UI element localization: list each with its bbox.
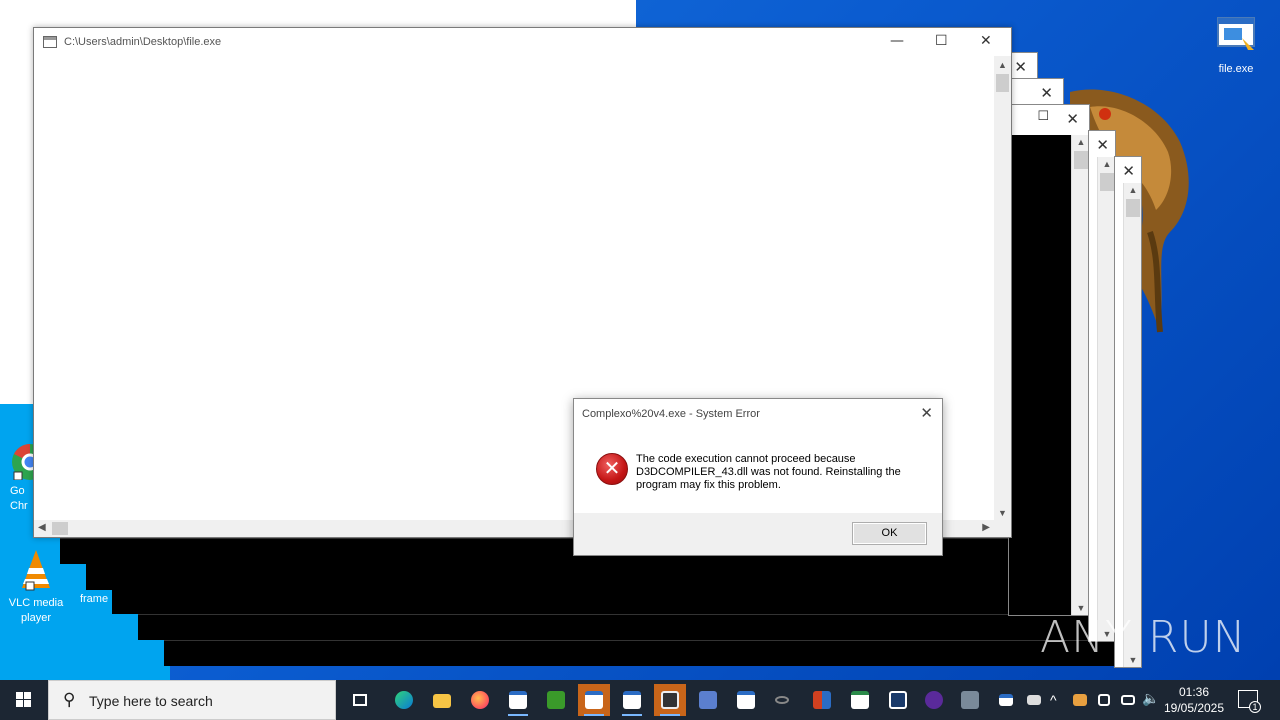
file-explorer-icon[interactable]	[426, 684, 458, 716]
network-tool-icon[interactable]	[692, 684, 724, 716]
search-placeholder: Type here to search	[89, 693, 213, 709]
system-error-dialog[interactable]: Complexo%20v4.exe - System Error ✕ ✕ The…	[573, 398, 943, 556]
taskbar-clock[interactable]: 01:36 19/05/2025	[1160, 684, 1228, 716]
desktop: file.exe Go Chr VLC media player frame ✕…	[0, 0, 1280, 680]
desktop-icon-label: frame	[79, 593, 109, 605]
scroll-down-icon[interactable]: ▼	[994, 508, 1011, 518]
close-icon[interactable]: ✕	[1096, 136, 1109, 154]
notification-center-icon[interactable]: 1	[1238, 690, 1261, 713]
desktop-icon-label: file.exe	[1218, 63, 1254, 75]
dialog-title: Complexo%20v4.exe - System Error	[582, 408, 760, 420]
app-window-icon[interactable]	[730, 684, 762, 716]
app-window-icon[interactable]	[502, 684, 534, 716]
app-window-icon[interactable]	[616, 684, 648, 716]
scroll-up-icon[interactable]: ▲	[994, 60, 1011, 70]
installer-app-icon[interactable]	[954, 684, 986, 716]
scroll-thumb[interactable]	[1126, 199, 1140, 217]
vertical-scrollbar[interactable]: ▲ ▼	[1123, 183, 1141, 667]
app-window-icon-active[interactable]	[578, 684, 610, 716]
clock-date: 19/05/2025	[1163, 701, 1225, 715]
vertical-scrollbar[interactable]: ▲ ▼	[1097, 157, 1115, 641]
vertical-scrollbar[interactable]: ▲ ▼	[1071, 135, 1089, 615]
background-window[interactable]: ✕ ▲ ▼	[1088, 130, 1116, 642]
bh-app-icon[interactable]	[540, 684, 572, 716]
search-icon: ⚲	[63, 690, 76, 710]
clock-time: 01:36	[1178, 685, 1210, 699]
scroll-left-icon[interactable]: ◀	[38, 522, 46, 533]
error-icon: ✕	[596, 453, 628, 485]
close-icon[interactable]: ✕	[1066, 110, 1079, 128]
desktop-icon-file-exe[interactable]: file.exe	[1200, 14, 1272, 77]
close-icon[interactable]: ✕	[980, 33, 992, 49]
scroll-right-icon[interactable]: ▶	[982, 522, 990, 533]
close-icon[interactable]: ✕	[1014, 58, 1027, 76]
scroll-thumb[interactable]	[1074, 151, 1088, 169]
notification-count-badge: 1	[1249, 701, 1261, 713]
windows-logo-icon	[16, 692, 23, 699]
main-window-titlebar[interactable]: C:\Users\admin\Desktop\file.exe — ☐ ✕	[34, 28, 1011, 56]
close-icon[interactable]: ✕	[1040, 84, 1053, 102]
scrollbar-corner	[994, 520, 1011, 537]
edge-browser-icon[interactable]	[388, 684, 420, 716]
background-window-body	[138, 614, 1100, 640]
ok-button[interactable]: OK	[852, 522, 927, 545]
close-icon[interactable]: ✕	[920, 404, 933, 422]
purple-app-icon[interactable]	[918, 684, 950, 716]
task-view-icon[interactable]	[344, 684, 376, 716]
window-title: C:\Users\admin\Desktop\file.exe	[64, 36, 222, 48]
firefox-icon[interactable]	[464, 684, 496, 716]
close-icon[interactable]: ✕	[1122, 162, 1135, 180]
error-message: The code execution cannot proceed becaus…	[636, 453, 901, 491]
office-app-icon[interactable]	[806, 684, 838, 716]
start-button[interactable]	[0, 680, 48, 720]
vlc-cone-icon	[14, 548, 58, 592]
background-window[interactable]: ☐ ✕ ▲ ▼	[1008, 104, 1090, 616]
scroll-thumb[interactable]	[996, 74, 1009, 92]
scroll-thumb[interactable]	[1100, 173, 1114, 191]
background-window-body	[164, 640, 1126, 666]
background-window-body	[86, 538, 114, 590]
app-window-icon[interactable]	[844, 684, 876, 716]
desktop-icon-frame[interactable]: frame	[70, 592, 118, 607]
scroll-thumb[interactable]	[52, 522, 68, 535]
vertical-scrollbar[interactable]: ▲ ▼	[994, 56, 1011, 520]
taskbar: ⚲ Type here to search ^ 🔈 01:36 19/05/20…	[0, 680, 1280, 720]
console-app-icon	[43, 36, 57, 48]
minimize-icon[interactable]: —	[890, 33, 904, 49]
people-app-icon[interactable]	[654, 684, 686, 716]
dialog-footer: OK	[574, 513, 942, 555]
console-body	[1009, 135, 1071, 615]
taskbar-search-box[interactable]: ⚲ Type here to search	[48, 680, 336, 720]
maximize-icon[interactable]: ☐	[1037, 109, 1049, 124]
anyrun-watermark: ANY RUN	[1040, 612, 1247, 663]
exe-file-icon	[1214, 14, 1258, 58]
maximize-icon[interactable]: ☐	[935, 33, 948, 49]
background-window[interactable]: ✕ ▲ ▼	[1114, 156, 1142, 668]
desktop-icon-label: VLC media player	[8, 597, 64, 624]
link-icon[interactable]	[768, 684, 800, 716]
monitor-app-icon[interactable]	[882, 684, 914, 716]
scroll-up-icon[interactable]: ▲	[1124, 185, 1142, 195]
